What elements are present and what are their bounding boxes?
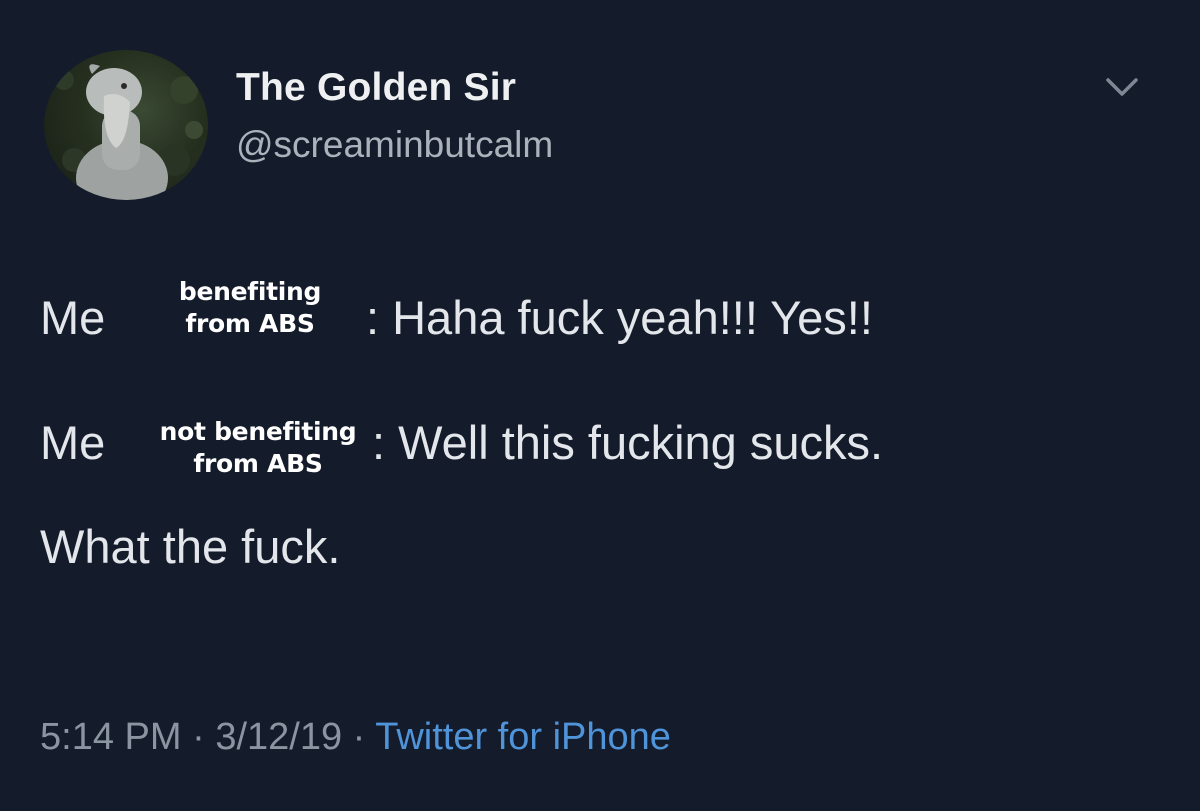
tweet-text-continuation: What the fuck. bbox=[40, 520, 341, 573]
author-display-name[interactable]: The Golden Sir bbox=[236, 66, 516, 110]
shoebill-bird-icon bbox=[54, 64, 203, 200]
caption-benefiting: benefiting from ABS bbox=[130, 276, 370, 340]
chevron-down-icon[interactable] bbox=[1100, 74, 1144, 102]
tweet-card: The Golden Sir @screaminbutcalm Me benef… bbox=[0, 0, 1200, 811]
avatar[interactable] bbox=[44, 50, 208, 200]
caption-line: benefiting bbox=[178, 277, 322, 306]
caption-line: from ABS bbox=[193, 449, 323, 478]
subject-me: Me bbox=[40, 291, 106, 344]
tweet-source-link[interactable]: Twitter for iPhone bbox=[375, 716, 671, 758]
tweet-text: : Well this fucking sucks. bbox=[372, 416, 884, 469]
subject-me: Me bbox=[40, 416, 106, 469]
caption-line: from ABS bbox=[185, 309, 315, 338]
tweet-text: : Haha fuck yeah!!! Yes!! bbox=[366, 291, 873, 344]
tweet-meta: 5:14 PM · 3/12/19 · Twitter for iPhone bbox=[40, 716, 671, 759]
tweet-date[interactable]: 3/12/19 bbox=[215, 716, 342, 758]
separator: · bbox=[352, 716, 366, 758]
caption-not-benefiting: not benefiting from ABS bbox=[138, 416, 378, 480]
tweet-time[interactable]: 5:14 PM bbox=[40, 716, 182, 758]
separator: · bbox=[192, 716, 205, 758]
caption-line: not benefiting bbox=[159, 417, 357, 446]
author-handle[interactable]: @screaminbutcalm bbox=[236, 124, 553, 166]
